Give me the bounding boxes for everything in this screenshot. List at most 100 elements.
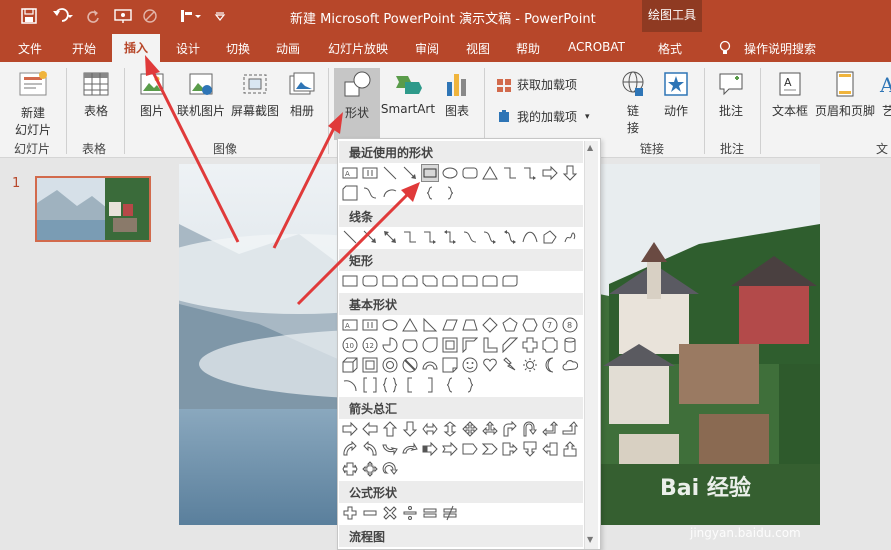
tab-insert[interactable]: 插入 [112, 34, 161, 62]
double-bracket-shape-icon[interactable] [362, 377, 378, 393]
curved-right-arrow-shape-icon[interactable] [342, 441, 358, 457]
round-same-side-rectangle-shape-icon[interactable] [482, 273, 498, 289]
snip-diagonal-rectangle-shape-icon[interactable] [422, 273, 438, 289]
sun-shape-icon[interactable] [522, 357, 538, 373]
dodecagon-shape-icon[interactable]: 12 [362, 337, 378, 353]
slide-thumbnail[interactable] [35, 176, 151, 242]
left-brace-shape-icon[interactable] [442, 377, 458, 393]
down-arrow-callout-shape-icon[interactable] [522, 441, 538, 457]
can-shape-icon[interactable] [562, 337, 578, 353]
arrow-line-shape-icon[interactable] [362, 229, 378, 245]
tab-home[interactable]: 开始 [72, 40, 96, 57]
quad-arrow-shape-icon[interactable] [462, 421, 478, 437]
action-button[interactable]: 动作 [658, 70, 694, 119]
left-up-arrow-shape-icon[interactable] [542, 421, 558, 437]
customize-qat-icon[interactable] [212, 6, 228, 26]
oval-shape-icon[interactable] [382, 317, 398, 333]
tab-acrobat[interactable]: ACROBAT [568, 40, 625, 54]
minus-shape-icon[interactable] [362, 505, 378, 521]
snip-same-side-rectangle-shape-icon[interactable] [402, 273, 418, 289]
tab-design[interactable]: 设计 [176, 40, 200, 57]
undo-icon[interactable] [48, 6, 78, 26]
elbow-connector-shape-icon[interactable] [402, 229, 418, 245]
scroll-down-icon[interactable]: ▼ [587, 535, 593, 544]
elbow-arrow-shape-icon[interactable] [522, 165, 538, 181]
moon-shape-icon[interactable] [542, 357, 558, 373]
bent-arrow-shape-icon[interactable] [502, 421, 518, 437]
heart-shape-icon[interactable] [482, 357, 498, 373]
curved-down-arrow-shape-icon[interactable] [402, 441, 418, 457]
get-addins-button[interactable]: 获取加载项 [496, 76, 577, 93]
chord-shape-icon[interactable] [402, 337, 418, 353]
folded-corner-shape-icon[interactable] [442, 357, 458, 373]
line-shape-icon[interactable] [382, 165, 398, 181]
round-corner-rectangle-shape-icon[interactable] [462, 273, 478, 289]
diamond-shape-icon[interactable] [482, 317, 498, 333]
rectangle-shape-icon[interactable] [421, 164, 439, 182]
vertical-textbox-shape-icon[interactable] [362, 317, 378, 333]
scroll-up-icon[interactable]: ▲ [587, 143, 593, 152]
octagon-shape-icon[interactable]: 8 [562, 317, 578, 333]
double-brace-shape-icon[interactable] [382, 377, 398, 393]
album-button[interactable]: 相册 [286, 70, 318, 119]
left-right-up-arrow-shape-icon[interactable] [482, 421, 498, 437]
textbox-shape-icon[interactable]: A [342, 165, 358, 181]
rounded-rectangle-shape-icon[interactable] [462, 165, 478, 181]
dropdown-scrollbar[interactable]: ▲ ▼ [584, 141, 598, 549]
quad-arrow-callout-shape-icon[interactable] [362, 461, 378, 477]
arrow-line-shape-icon[interactable] [402, 165, 418, 181]
scribble-shape-icon[interactable] [562, 229, 578, 245]
lightning-bolt-shape-icon[interactable] [502, 357, 518, 373]
triangle-shape-icon[interactable] [402, 317, 418, 333]
elbow-double-arrow-shape-icon[interactable] [442, 229, 458, 245]
left-right-arrow-shape-icon[interactable] [422, 421, 438, 437]
teardrop-shape-icon[interactable] [422, 337, 438, 353]
online-picture-button[interactable]: 联机图片 [176, 70, 226, 119]
curve-shape-icon[interactable] [522, 229, 538, 245]
disabled-tool-icon[interactable] [140, 6, 160, 26]
decagon-shape-icon[interactable]: 10 [342, 337, 358, 353]
tab-format[interactable]: 格式 [658, 40, 682, 57]
snip-corner-rectangle-shape-icon[interactable] [382, 273, 398, 289]
arc-shape-icon[interactable] [382, 185, 398, 201]
comment-button[interactable]: 批注 [712, 70, 750, 119]
redo-icon[interactable] [84, 6, 102, 26]
tab-transitions[interactable]: 切换 [226, 40, 250, 57]
diagonal-stripe-shape-icon[interactable] [502, 337, 518, 353]
oval-shape-icon[interactable] [442, 165, 458, 181]
left-brace-shape-icon[interactable] [422, 185, 438, 201]
format-painter-icon[interactable] [176, 6, 204, 26]
left-right-arrow-callout-shape-icon[interactable] [342, 461, 358, 477]
textbox-button[interactable]: A 文本框 [770, 70, 810, 119]
right-bracket-shape-icon[interactable] [422, 377, 438, 393]
l-shape-icon[interactable] [482, 337, 498, 353]
bevel-shape-icon[interactable] [362, 357, 378, 373]
triangle-shape-icon[interactable] [482, 165, 498, 181]
trapezoid-shape-icon[interactable] [462, 317, 478, 333]
right-arrow-shape-icon[interactable] [342, 421, 358, 437]
donut-shape-icon[interactable] [382, 357, 398, 373]
left-bracket-shape-icon[interactable] [402, 377, 418, 393]
wordart-button[interactable]: A 艺 [878, 70, 891, 119]
curved-connector-shape-icon[interactable] [462, 229, 478, 245]
link-button[interactable]: 链 接 [614, 70, 652, 136]
textbox-shape-icon[interactable]: A [342, 317, 358, 333]
no-symbol-shape-icon[interactable] [402, 357, 418, 373]
tell-me-search[interactable]: 操作说明搜索 [744, 40, 816, 57]
tab-review[interactable]: 审阅 [415, 40, 439, 57]
picture-button[interactable]: 图片 [136, 70, 168, 119]
line-shape-icon[interactable] [342, 229, 358, 245]
smiley-face-shape-icon[interactable] [462, 357, 478, 373]
not-equal-shape-icon[interactable] [442, 505, 458, 521]
chart-button[interactable]: 图表 [440, 70, 474, 119]
right-brace-shape-icon[interactable] [462, 377, 478, 393]
block-arc-shape-icon[interactable] [422, 357, 438, 373]
parallelogram-shape-icon[interactable] [442, 317, 458, 333]
elbow-connector-shape-icon[interactable] [502, 165, 518, 181]
vertical-textbox-shape-icon[interactable] [362, 165, 378, 181]
circular-arrow-shape-icon[interactable] [382, 461, 398, 477]
striped-right-arrow-shape-icon[interactable] [422, 441, 438, 457]
right-triangle-shape-icon[interactable] [422, 317, 438, 333]
round-diagonal-rectangle-shape-icon[interactable] [502, 273, 518, 289]
my-addins-button[interactable]: 我的加载项 ▾ [496, 108, 590, 125]
